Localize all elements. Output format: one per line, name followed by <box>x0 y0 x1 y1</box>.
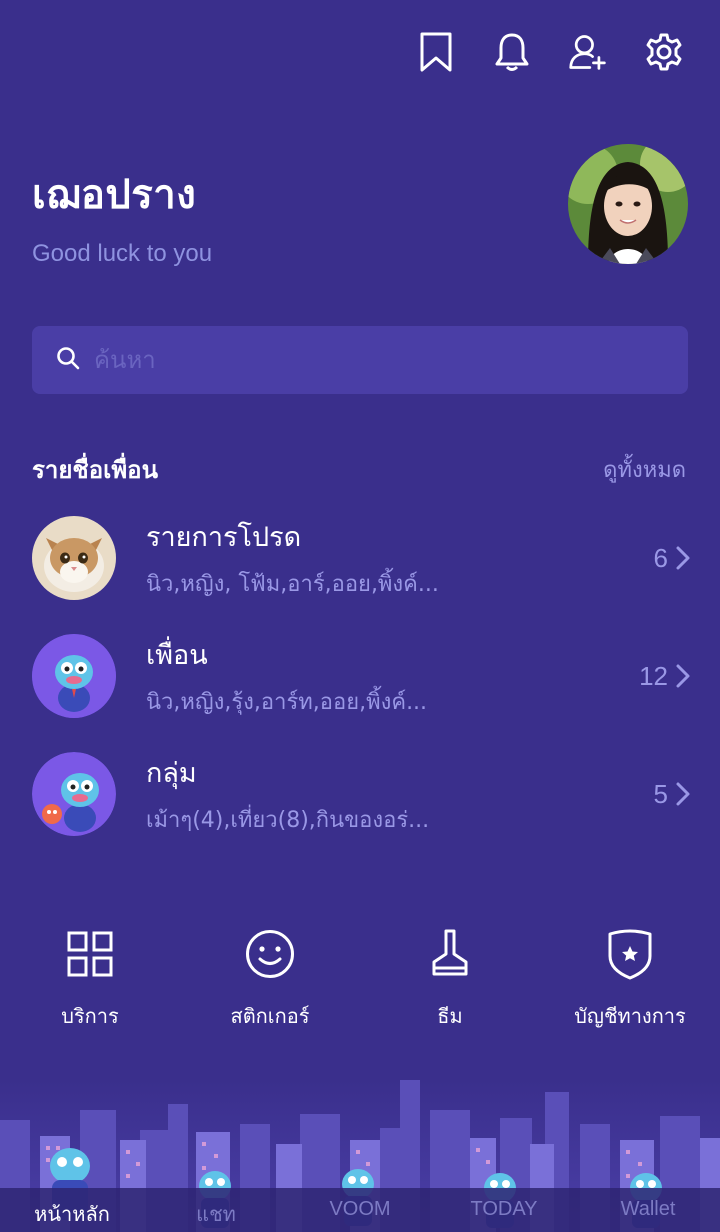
list-item-friends[interactable]: เพื่อน นิว,หญิง,รุ้ง,อาร์ท,ออย,พิ้งค์...… <box>32 628 692 724</box>
official-account-shield-icon <box>602 926 658 982</box>
chevron-right-icon <box>676 782 690 806</box>
sticker-smile-icon <box>242 926 298 982</box>
see-all-link[interactable]: ดูทั้งหมด <box>603 452 686 487</box>
menu-item-stickers[interactable]: สติกเกอร์ <box>180 926 360 1032</box>
favorites-avatar <box>32 516 116 600</box>
bookmark-icon[interactable] <box>416 30 456 74</box>
add-friend-icon[interactable] <box>568 30 608 74</box>
profile-status-message[interactable]: Good luck to you <box>32 240 212 268</box>
theme-brush-icon <box>422 926 478 982</box>
menu-item-official-accounts[interactable]: บัญชีทางการ <box>540 926 720 1032</box>
menu-item-label: บริการ <box>61 1004 119 1028</box>
search-bar[interactable] <box>32 326 688 394</box>
list-item-count: 5 <box>653 778 668 809</box>
bottom-tab-bar: หน้าหลัก แชท VOOM TODAY Wallet <box>0 1188 720 1232</box>
profile-name[interactable]: เฌอปราง <box>32 162 212 226</box>
bell-icon[interactable] <box>492 30 532 74</box>
tab-chats[interactable]: แชท <box>144 1188 288 1232</box>
list-item-subtitle: เม้าๆ(4),เที่ยว(8),กินของอร่... <box>146 808 430 833</box>
list-item-subtitle: นิว,หญิง,รุ้ง,อาร์ท,ออย,พิ้งค์... <box>146 690 428 715</box>
shortcut-menu: บริการ สติกเกอร์ ธีม บัญชีทางการ <box>0 926 720 1032</box>
top-action-bar <box>416 30 684 74</box>
profile-avatar[interactable] <box>568 144 688 264</box>
list-item-count: 6 <box>653 542 668 573</box>
tab-voom[interactable]: VOOM <box>288 1188 432 1232</box>
list-item-favorites[interactable]: รายการโปรด นิว,หญิง, โฟ้ม,อาร์,ออย,พิ้งค… <box>32 510 692 606</box>
section-title: รายชื่อเพื่อน <box>32 456 158 484</box>
gear-icon[interactable] <box>644 30 684 74</box>
list-item-groups[interactable]: กลุ่ม เม้าๆ(4),เที่ยว(8),กินของอร่... 5 <box>32 746 692 842</box>
tab-home[interactable]: หน้าหลัก <box>0 1188 144 1232</box>
menu-item-themes[interactable]: ธีม <box>360 926 540 1032</box>
services-grid-icon <box>62 926 118 982</box>
tab-today[interactable]: TODAY <box>432 1188 576 1232</box>
list-item-title: รายการโปรด <box>146 522 302 553</box>
search-input[interactable] <box>94 346 654 374</box>
list-item-title: กลุ่ม <box>146 758 197 789</box>
profile-info: เฌอปราง Good luck to you <box>32 162 212 268</box>
list-item-count: 12 <box>639 660 668 691</box>
chevron-right-icon <box>676 664 690 688</box>
list-item-subtitle: นิว,หญิง, โฟ้ม,อาร์,ออย,พิ้งค์... <box>146 572 439 597</box>
groups-avatar <box>32 752 116 836</box>
tab-wallet[interactable]: Wallet <box>576 1188 720 1232</box>
search-icon <box>56 346 80 374</box>
list-item-title: เพื่อน <box>146 640 208 671</box>
menu-item-services[interactable]: บริการ <box>0 926 180 1032</box>
friends-section-header: รายชื่อเพื่อน ดูทั้งหมด <box>32 450 686 489</box>
chevron-right-icon <box>676 546 690 570</box>
menu-item-label: บัญชีทางการ <box>574 1004 686 1028</box>
menu-item-label: ธีม <box>437 1004 463 1028</box>
friends-avatar <box>32 634 116 718</box>
menu-item-label: สติกเกอร์ <box>230 1004 310 1028</box>
